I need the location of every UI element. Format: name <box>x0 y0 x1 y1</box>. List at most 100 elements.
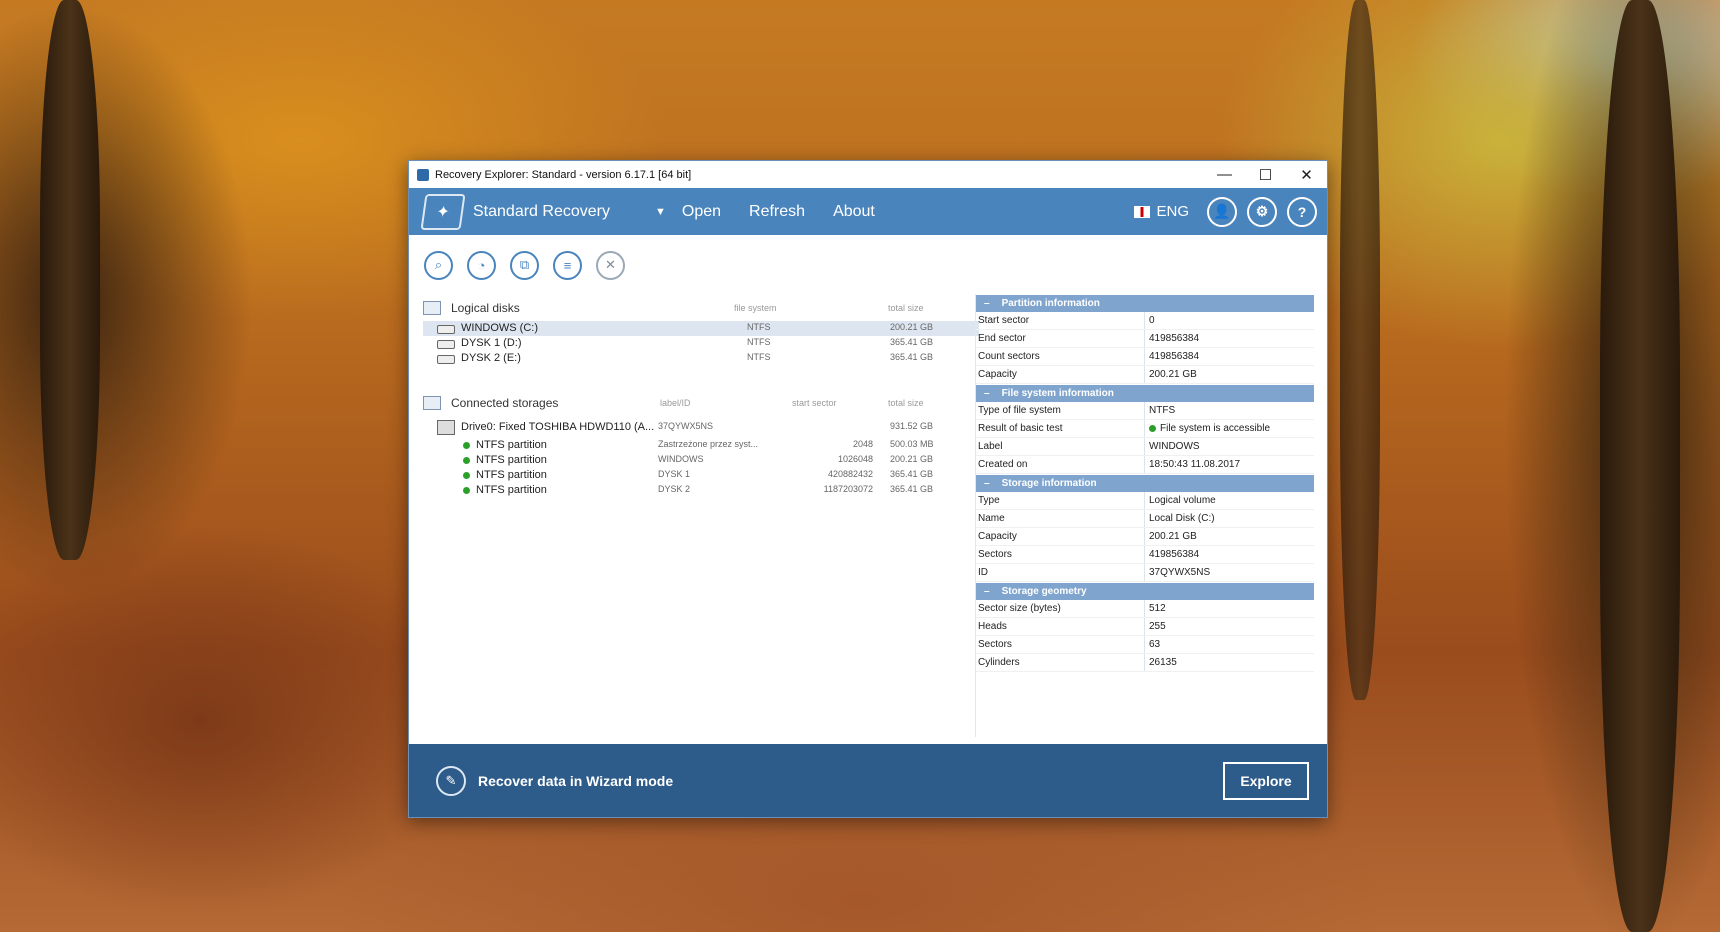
property-key: End sector <box>976 330 1145 347</box>
partition-row[interactable]: NTFS partition Zastrzeżone przez syst...… <box>423 438 979 453</box>
property-key: Created on <box>976 456 1145 473</box>
connected-storages-header: Connected storages label/ID start sector… <box>423 390 979 416</box>
property-row: Sector size (bytes) 512 <box>976 600 1314 618</box>
hard-drive-icon <box>437 420 455 435</box>
drive-row[interactable]: Drive0: Fixed TOSHIBA HDWD110 (A... 37QY… <box>423 420 979 435</box>
partition-info-header[interactable]: – Partition information <box>976 295 1314 312</box>
column-file-system: file system <box>734 303 777 313</box>
menu-about[interactable]: About <box>833 203 875 221</box>
connected-storages-title: Connected storages <box>451 396 559 410</box>
partition-start: 420882432 <box>827 469 873 479</box>
partition-row[interactable]: NTFS partition WINDOWS 1026048 200.21 GB <box>423 453 979 468</box>
storage-icon <box>423 396 441 410</box>
disk-size: 365.41 GB <box>890 337 934 347</box>
minimize-button[interactable]: — <box>1204 161 1245 188</box>
logical-disks-header: Logical disks file system total size <box>423 295 979 321</box>
column-total-size: total size <box>888 303 924 313</box>
section-title: Storage information <box>1001 478 1097 489</box>
property-value: 18:50:43 11.08.2017 <box>1149 459 1241 470</box>
list-icon[interactable]: ≡ <box>553 250 582 280</box>
property-key: Heads <box>976 618 1145 635</box>
language-selector[interactable]: ENG <box>1134 203 1189 220</box>
status-ok-icon <box>1149 425 1156 432</box>
property-row: Sectors 419856384 <box>976 546 1314 564</box>
scan-icon[interactable]: ◔ <box>467 250 496 280</box>
menu-refresh[interactable]: Refresh <box>749 203 805 221</box>
column-label-id: label/ID <box>660 398 691 408</box>
property-value: 26135 <box>1149 657 1177 668</box>
disk-row[interactable]: DYSK 2 (E:) NTFS 365.41 GB <box>423 351 979 366</box>
partition-size: 200.21 GB <box>890 454 934 464</box>
partition-label: Zastrzeżone przez syst... <box>658 439 759 449</box>
property-row: Type Logical volume <box>976 492 1314 510</box>
filesystem-info-header[interactable]: – File system information <box>976 385 1314 402</box>
section-title: File system information <box>1001 388 1114 399</box>
property-row: Type of file system NTFS <box>976 402 1314 420</box>
column-start-sector: start sector <box>792 398 837 408</box>
property-row: Cylinders 26135 <box>976 654 1314 672</box>
storage-info-header[interactable]: – Storage information <box>976 475 1314 492</box>
property-value: 419856384 <box>1149 549 1200 560</box>
user-icon[interactable]: 👤 <box>1207 196 1237 227</box>
partition-start: 1026048 <box>837 454 873 464</box>
app-header: ✦ Standard Recovery ▼ Open Refresh About… <box>409 188 1327 235</box>
disk-fs: NTFS <box>747 322 771 332</box>
close-icon[interactable]: ✕ <box>596 250 625 280</box>
property-key: Result of basic test <box>976 420 1145 437</box>
partition-label: DYSK 1 <box>658 469 691 479</box>
property-key: ID <box>976 564 1145 581</box>
property-value-text: File system is accessible <box>1160 423 1271 434</box>
property-value: Local Disk (C:) <box>1149 513 1215 524</box>
maximize-button[interactable]: ☐ <box>1245 161 1286 188</box>
partition-row[interactable]: NTFS partition DYSK 2 1187203072 365.41 … <box>423 483 979 498</box>
property-value: 512 <box>1149 603 1166 614</box>
property-row: Capacity 200.21 GB <box>976 366 1314 384</box>
disk-size: 200.21 GB <box>890 322 934 332</box>
property-value: 37QYWX5NS <box>1149 567 1211 578</box>
app-icon <box>417 168 429 181</box>
disk-name: DYSK 2 (E:) <box>461 352 521 364</box>
property-key: Type of file system <box>976 402 1145 419</box>
help-icon[interactable]: ? <box>1287 196 1317 227</box>
property-key: Cylinders <box>976 654 1145 671</box>
property-key: Sector size (bytes) <box>976 600 1145 617</box>
property-key: Type <box>976 492 1145 509</box>
partition-row[interactable]: NTFS partition DYSK 1 420882432 365.41 G… <box>423 468 979 483</box>
search-icon[interactable]: ⌕ <box>424 250 453 280</box>
language-label: ENG <box>1156 203 1189 220</box>
magic-wand-icon[interactable]: ✎ <box>436 765 466 796</box>
app-window: Recovery Explorer: Standard - version 6.… <box>408 160 1328 818</box>
explore-button[interactable]: Explore <box>1223 761 1309 800</box>
partition-name: NTFS partition <box>476 484 547 496</box>
drive-size: 931.52 GB <box>890 421 934 431</box>
property-row: Sectors 63 <box>976 636 1314 654</box>
storage-geometry-header[interactable]: – Storage geometry <box>976 583 1314 600</box>
property-key: Capacity <box>976 366 1145 383</box>
wizard-mode-link[interactable]: Recover data in Wizard mode <box>478 773 1223 789</box>
property-key: Sectors <box>976 636 1145 653</box>
close-button[interactable]: ✕ <box>1286 161 1327 188</box>
disk-row[interactable]: WINDOWS (C:) NTFS 200.21 GB <box>423 321 979 336</box>
drive-name: Drive0: Fixed TOSHIBA HDWD110 (A... <box>461 421 655 433</box>
partition-size: 365.41 GB <box>890 484 934 494</box>
toolbar: ⌕ ◔ ⧉ ≡ ✕ <box>409 235 1327 295</box>
chevron-down-icon[interactable]: ▼ <box>655 206 666 218</box>
property-value: WINDOWS <box>1149 441 1200 452</box>
disk-name: DYSK 1 (D:) <box>461 337 522 349</box>
drive-label: 37QYWX5NS <box>658 421 714 431</box>
menu-open[interactable]: Open <box>682 203 721 221</box>
section-title: Storage geometry <box>1001 586 1087 597</box>
disk-icon <box>437 340 455 349</box>
section-title: Partition information <box>1001 298 1100 309</box>
property-key: Start sector <box>976 312 1145 329</box>
partition-name: NTFS partition <box>476 469 547 481</box>
logo-icon: ✦ <box>420 193 466 230</box>
status-ok-icon <box>463 457 470 464</box>
status-ok-icon <box>463 487 470 494</box>
partition-label: DYSK 2 <box>658 484 691 494</box>
property-row: Heads 255 <box>976 618 1314 636</box>
gear-icon[interactable]: ⚙ <box>1247 196 1277 227</box>
property-row: Count sectors 419856384 <box>976 348 1314 366</box>
image-icon[interactable]: ⧉ <box>510 250 539 280</box>
disk-row[interactable]: DYSK 1 (D:) NTFS 365.41 GB <box>423 336 979 351</box>
